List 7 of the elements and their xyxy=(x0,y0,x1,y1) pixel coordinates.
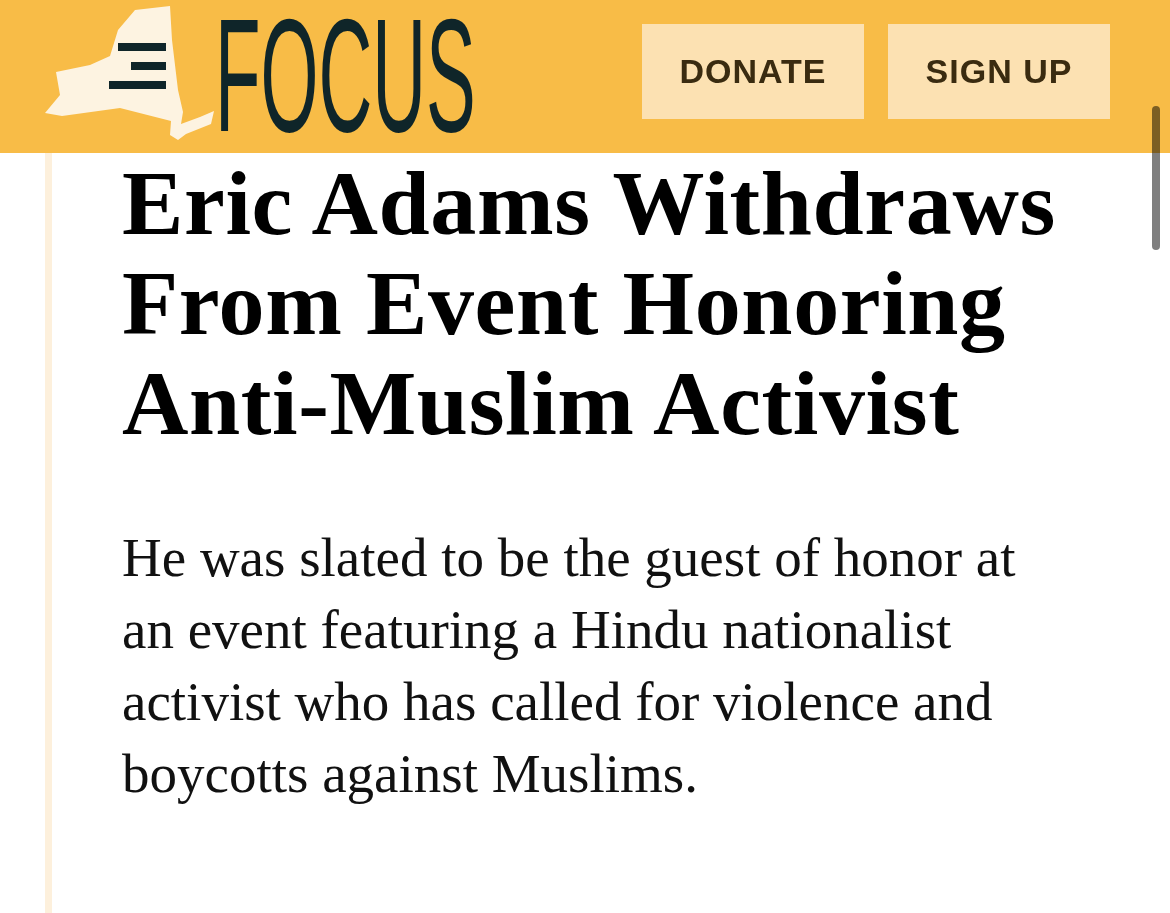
logo-wordmark[interactable]: FOCUS xyxy=(215,16,476,134)
article-headline: Eric Adams Withdraws From Event Honoring Anti-Muslim Activist xyxy=(122,153,1057,453)
scrollbar-thumb[interactable] xyxy=(1152,106,1160,250)
signup-button[interactable]: SIGN UP xyxy=(888,24,1110,119)
state-map-icon xyxy=(44,5,215,141)
donate-button[interactable]: DONATE xyxy=(642,24,864,119)
article-summary: He was slated to be the guest of honor at an event featuring a Hindu nationalist activist who has called for violence and boycotts against Muslims. xyxy=(122,526,1017,806)
